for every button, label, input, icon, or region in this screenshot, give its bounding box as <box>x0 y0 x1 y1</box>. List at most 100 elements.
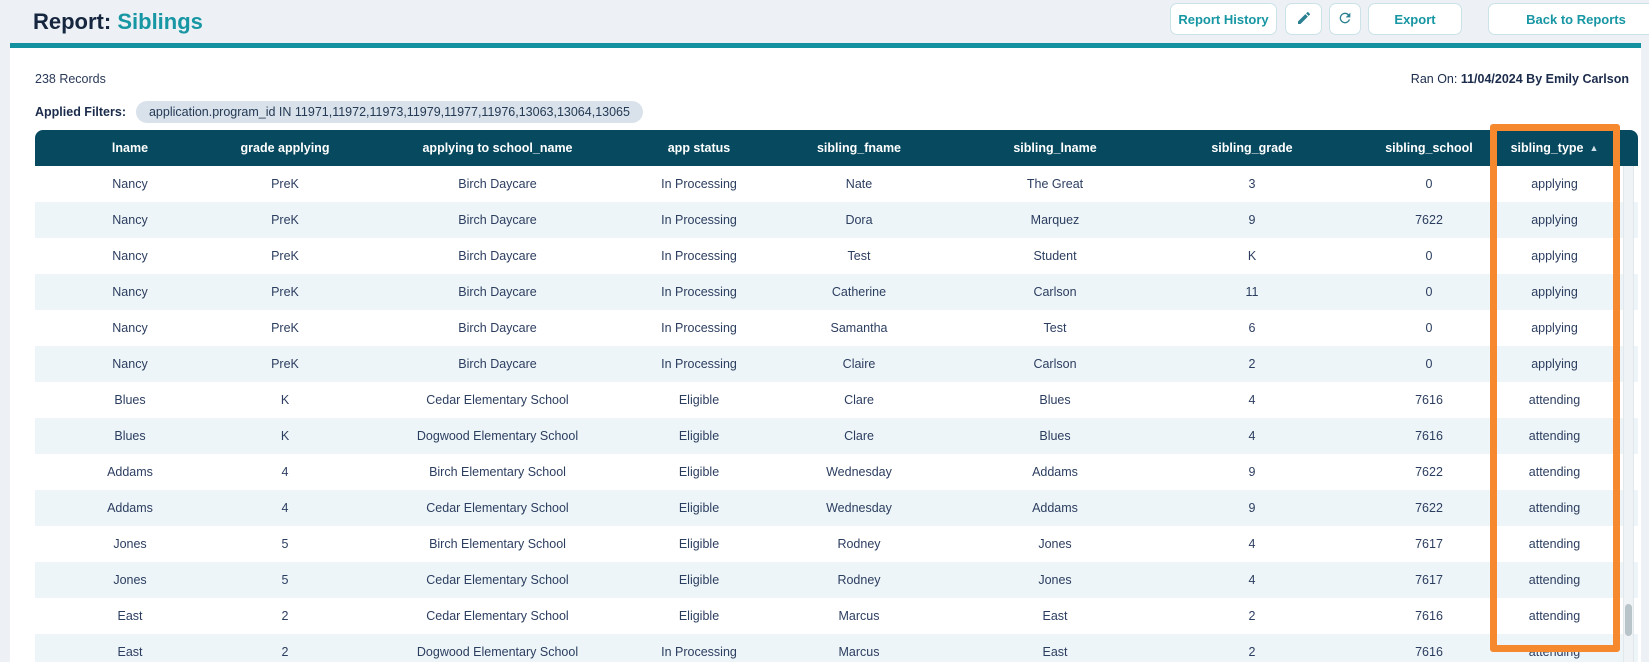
table-cell: 0 <box>1364 166 1494 202</box>
table-cell: K <box>1140 238 1364 274</box>
table-cell: East <box>970 634 1140 662</box>
table-cell: applying <box>1494 238 1615 274</box>
header-cell-grade-applying[interactable]: grade applying <box>225 130 345 166</box>
table-cell: In Processing <box>650 274 748 310</box>
table-cell: 7617 <box>1364 526 1494 562</box>
table-cell: 3 <box>1140 166 1364 202</box>
table-cell: 4 <box>225 454 345 490</box>
table-cell: 7616 <box>1364 418 1494 454</box>
table-row: Addams4Birch Elementary SchoolEligibleWe… <box>35 454 1638 490</box>
header-cell-lname[interactable]: lname <box>35 130 225 166</box>
table-cell: 4 <box>1140 418 1364 454</box>
table-cell: Eligible <box>650 526 748 562</box>
table-cell: 0 <box>1364 238 1494 274</box>
table-cell: applying <box>1494 166 1615 202</box>
table-row: East2Cedar Elementary SchoolEligibleMarc… <box>35 598 1638 634</box>
header-cell-sibling-lname[interactable]: sibling_lname <box>970 130 1140 166</box>
table-cell: K <box>225 418 345 454</box>
table-cell: Jones <box>35 526 225 562</box>
page-title-prefix: Report: <box>33 9 111 34</box>
table-cell: attending <box>1494 526 1615 562</box>
refresh-button[interactable] <box>1329 3 1361 35</box>
header-cell-sibling-school[interactable]: sibling_school <box>1364 130 1494 166</box>
vertical-scrollbar[interactable] <box>1623 166 1634 662</box>
table-cell: Jones <box>970 526 1140 562</box>
table-row: NancyPreKBirch DaycareIn ProcessingCathe… <box>35 274 1638 310</box>
table-cell: Eligible <box>650 598 748 634</box>
table-cell: Carlson <box>970 346 1140 382</box>
table-cell: applying <box>1494 274 1615 310</box>
table-row: NancyPreKBirch DaycareIn ProcessingTestS… <box>35 238 1638 274</box>
table-cell: PreK <box>225 310 345 346</box>
table-cell: East <box>35 634 225 662</box>
header-cell-sibling-grade[interactable]: sibling_grade <box>1140 130 1364 166</box>
report-history-button[interactable]: Report History <box>1170 3 1277 35</box>
ran-on: Ran On: 11/04/2024 By Emily Carlson <box>1411 72 1629 86</box>
table-row: Jones5Birch Elementary SchoolEligibleRod… <box>35 526 1638 562</box>
export-button[interactable]: Export <box>1368 3 1462 35</box>
table-cell: Cedar Elementary School <box>345 598 650 634</box>
table-cell: 4 <box>1140 562 1364 598</box>
table-cell: Addams <box>970 490 1140 526</box>
table-cell: 2 <box>1140 346 1364 382</box>
table-cell: Eligible <box>650 382 748 418</box>
table-row: BluesKDogwood Elementary SchoolEligibleC… <box>35 418 1638 454</box>
table-cell: In Processing <box>650 202 748 238</box>
table-cell: 2 <box>1140 634 1364 662</box>
filter-chip: application.program_id IN 11971,11972,11… <box>136 101 643 123</box>
table-cell: 6 <box>1140 310 1364 346</box>
table-row: Jones5Cedar Elementary SchoolEligibleRod… <box>35 562 1638 598</box>
scrollbar-thumb[interactable] <box>1625 604 1632 636</box>
table-cell: 2 <box>1140 598 1364 634</box>
table-cell: Blues <box>35 418 225 454</box>
table-cell: Eligible <box>650 562 748 598</box>
table-cell: Addams <box>35 454 225 490</box>
edit-button[interactable] <box>1285 3 1322 35</box>
table-cell: attending <box>1494 562 1615 598</box>
table-cell: In Processing <box>650 166 748 202</box>
table-cell: Cedar Elementary School <box>345 490 650 526</box>
records-count: 238 Records <box>35 72 106 86</box>
table-cell: 11 <box>1140 274 1364 310</box>
header-cell-stub <box>1615 130 1638 166</box>
header-cell-sibling-fname[interactable]: sibling_fname <box>748 130 970 166</box>
table-cell: PreK <box>225 166 345 202</box>
header-cell-applying-to-school-name[interactable]: applying to school_name <box>345 130 650 166</box>
table-cell: Birch Elementary School <box>345 526 650 562</box>
table-cell: Nancy <box>35 166 225 202</box>
table-cell: applying <box>1494 346 1615 382</box>
table-cell: Rodney <box>748 562 970 598</box>
table-cell: applying <box>1494 202 1615 238</box>
table-cell: attending <box>1494 418 1615 454</box>
table-cell: PreK <box>225 346 345 382</box>
report-card: 238 Records Ran On: 11/04/2024 By Emily … <box>10 43 1641 662</box>
table-cell: PreK <box>225 202 345 238</box>
table-cell: 4 <box>1140 382 1364 418</box>
table-cell: attending <box>1494 454 1615 490</box>
table-cell: In Processing <box>650 346 748 382</box>
table-cell: applying <box>1494 310 1615 346</box>
top-bar: Report: Siblings Report History Export B… <box>0 0 1649 43</box>
table-cell: Birch Daycare <box>345 202 650 238</box>
header-cell-sibling-type[interactable]: sibling_type▲ <box>1494 130 1615 166</box>
table-cell: 0 <box>1364 346 1494 382</box>
table-cell: Dogwood Elementary School <box>345 634 650 662</box>
table-cell: Addams <box>35 490 225 526</box>
table-cell: Blues <box>35 382 225 418</box>
back-to-reports-button[interactable]: Back to Reports <box>1488 3 1649 35</box>
table-cell: East <box>35 598 225 634</box>
table-cell: Carlson <box>970 274 1140 310</box>
table-cell: 7617 <box>1364 562 1494 598</box>
table-cell: attending <box>1494 490 1615 526</box>
table-cell: Nancy <box>35 346 225 382</box>
table-row: Addams4Cedar Elementary SchoolEligibleWe… <box>35 490 1638 526</box>
applied-filters-label: Applied Filters: <box>35 105 126 119</box>
table-header-row: lnamegrade applyingapplying to school_na… <box>35 130 1638 166</box>
table-cell: Marquez <box>970 202 1140 238</box>
table-cell: Jones <box>35 562 225 598</box>
table-cell: attending <box>1494 598 1615 634</box>
header-cell-app-status[interactable]: app status <box>650 130 748 166</box>
report-table: lnamegrade applyingapplying to school_na… <box>35 130 1638 662</box>
table-cell: 9 <box>1140 454 1364 490</box>
meta-row: 238 Records Ran On: 11/04/2024 By Emily … <box>35 72 1629 90</box>
